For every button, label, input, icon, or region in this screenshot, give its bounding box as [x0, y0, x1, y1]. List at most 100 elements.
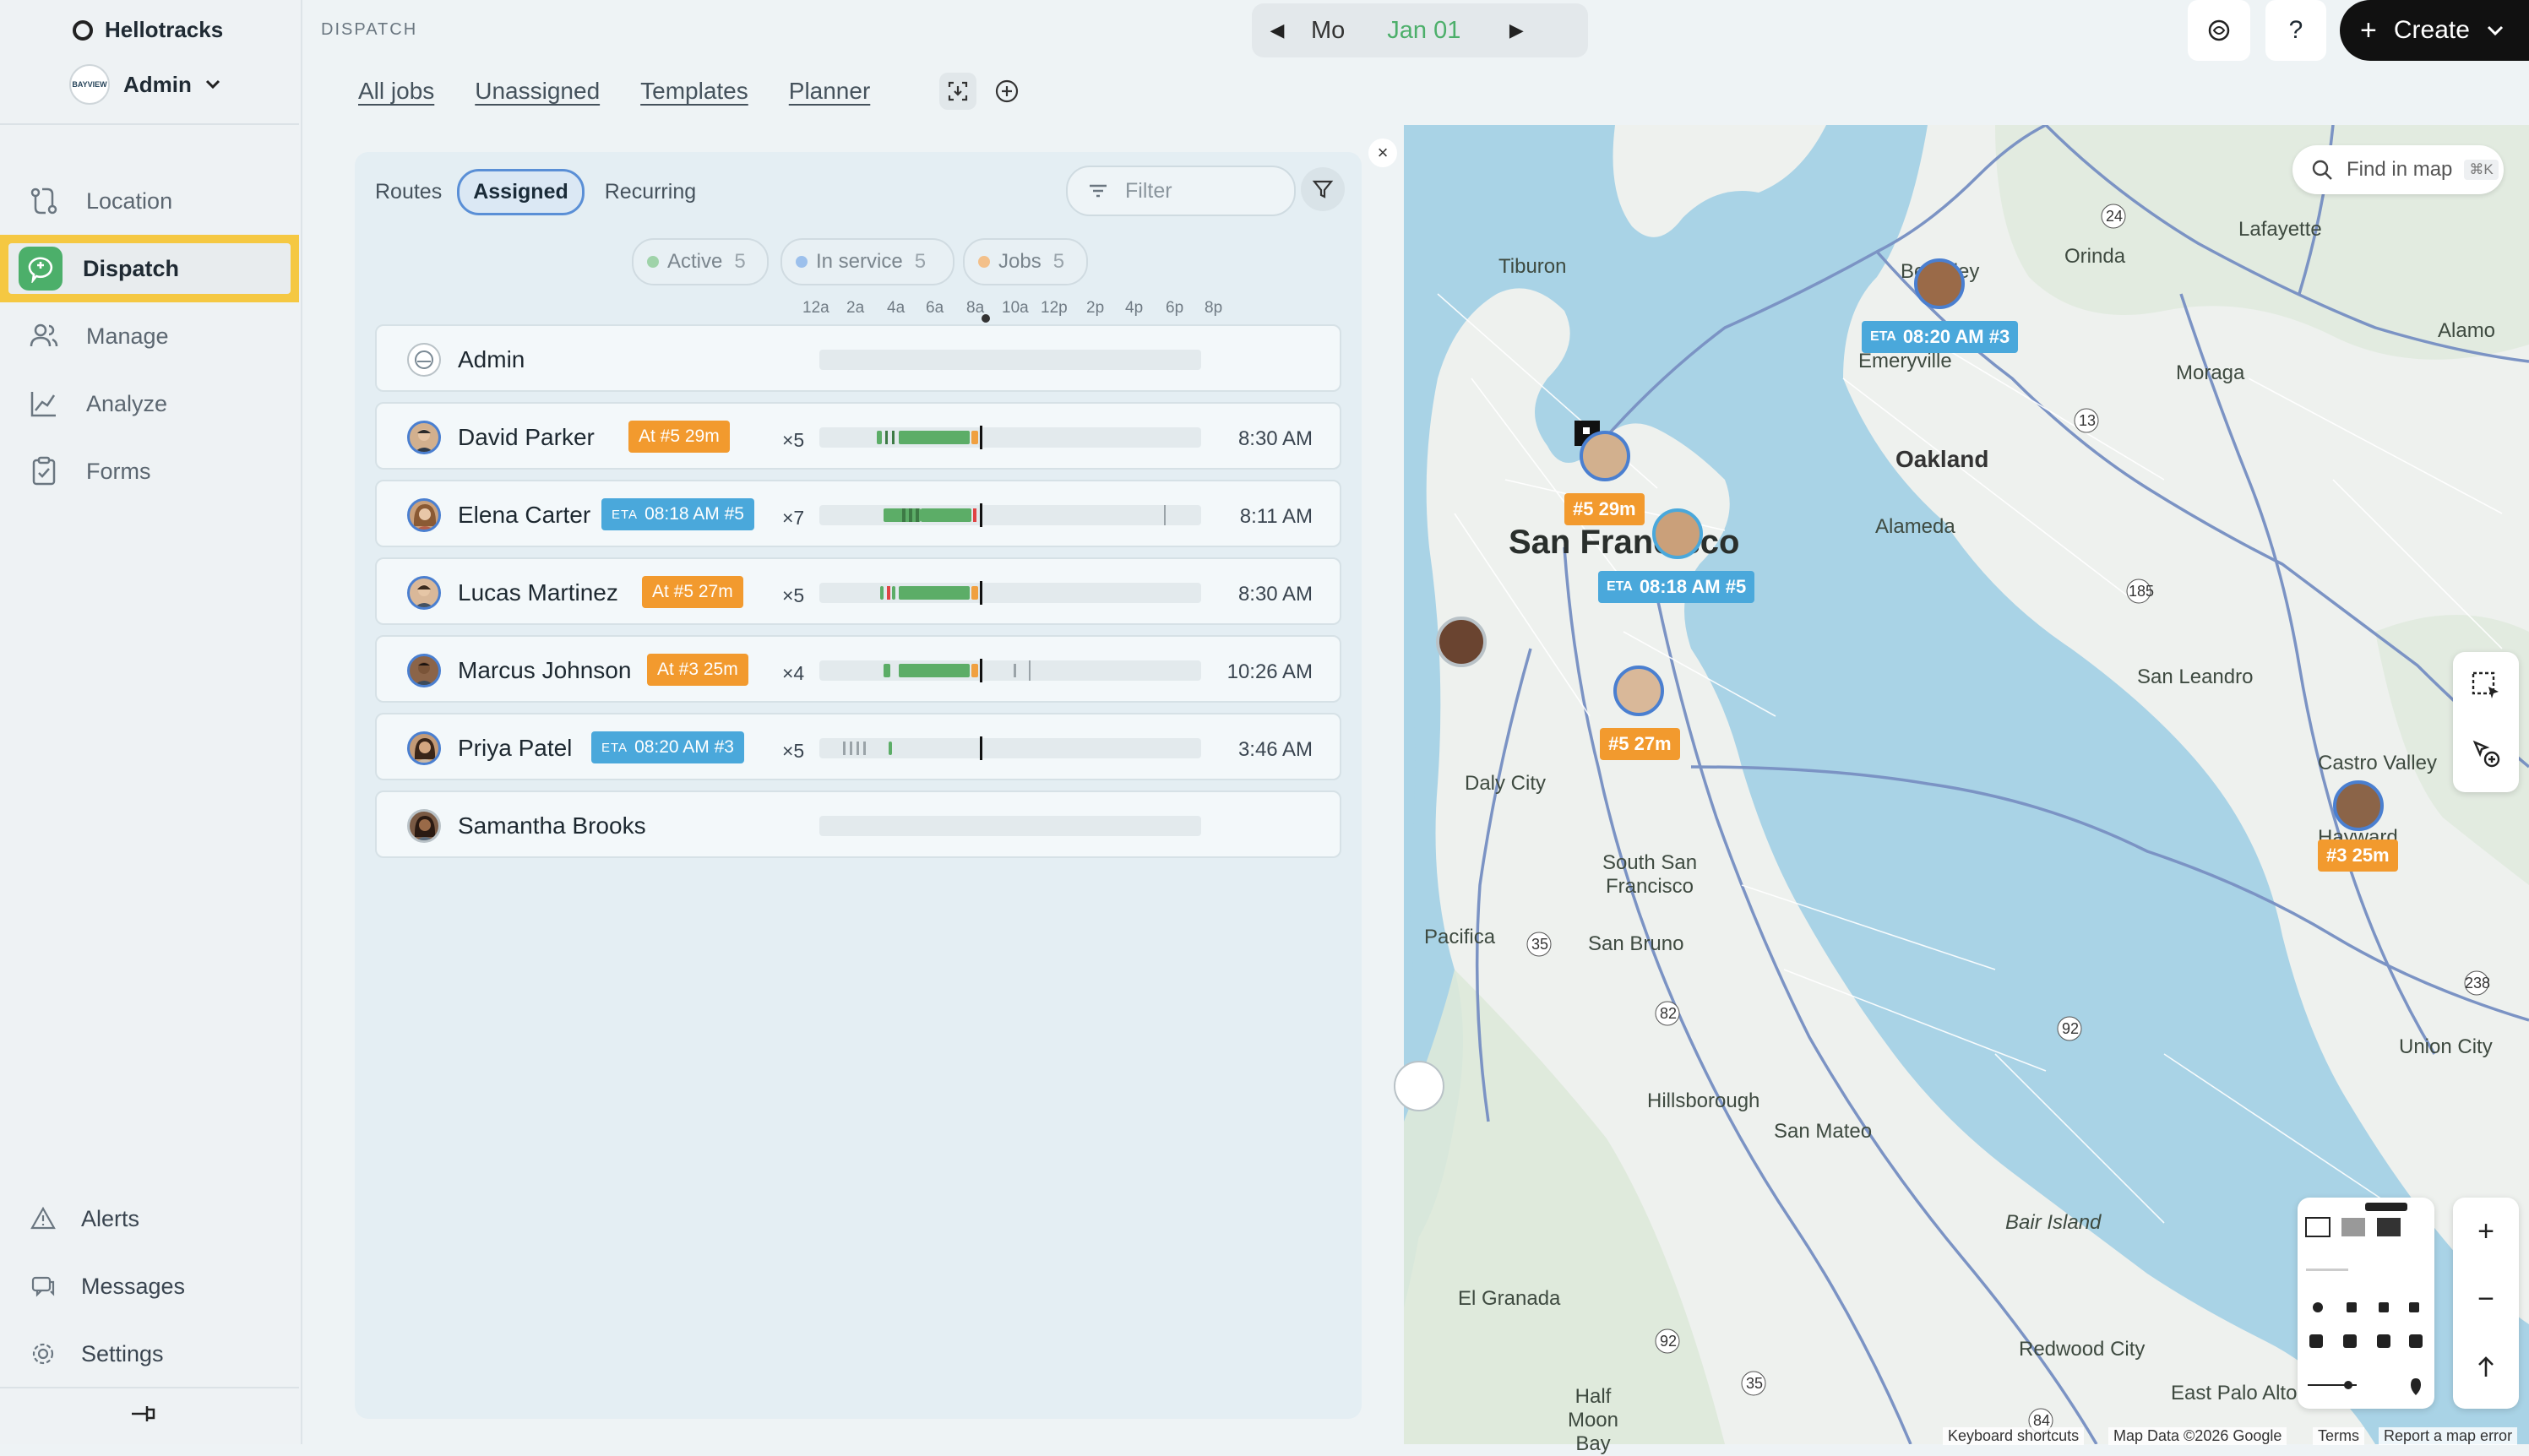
worker-map-marker[interactable] [1652, 508, 1703, 559]
segment-recurring[interactable]: Recurring [605, 180, 696, 204]
next-day-button[interactable]: ▶ [1491, 19, 1542, 41]
ai-assistant-button[interactable] [2188, 0, 2250, 61]
svg-text:35: 35 [1746, 1375, 1763, 1392]
start-time: 3:46 AM [1237, 738, 1313, 761]
create-button[interactable]: + Create [2340, 0, 2529, 61]
nav-alerts[interactable]: Alerts [0, 1189, 299, 1248]
worker-map-marker[interactable] [1914, 258, 1965, 309]
map-place-label: Lafayette [2238, 218, 2322, 241]
add-job-button[interactable] [988, 73, 1025, 110]
ai-assistant-icon [2208, 19, 2230, 41]
brand[interactable]: Hellotracks [73, 17, 223, 43]
find-in-map-input[interactable]: Find in map ⌘K [2292, 145, 2504, 194]
timeline-track [819, 581, 1201, 605]
worker-row[interactable]: Samantha Brooks [375, 790, 1341, 858]
nav-settings[interactable]: Settings [0, 1324, 299, 1383]
advanced-filter-button[interactable] [1301, 167, 1345, 211]
map-place-label: San Leandro [2137, 666, 2254, 688]
worker-row[interactable]: Marcus Johnson At #3 25m ×4 10:26 AM [375, 635, 1341, 703]
tab-unassigned[interactable]: Unassigned [475, 78, 600, 105]
stat-in-service[interactable]: In service 5 [780, 238, 954, 285]
stat-jobs[interactable]: Jobs 5 [963, 238, 1088, 285]
job-count: ×4 [782, 662, 805, 684]
worker-map-marker[interactable] [1436, 617, 1487, 667]
lasso-select-button[interactable] [2453, 652, 2519, 720]
map-place-label: Oakland [1895, 446, 1989, 472]
zoom-out-button[interactable]: − [2453, 1265, 2519, 1333]
nav-dispatch[interactable]: Dispatch [0, 235, 299, 302]
map-place-label: East Palo Alto [2171, 1382, 2298, 1404]
map-place-label: Hillsborough [1647, 1089, 1760, 1112]
funnel-icon [1312, 180, 1334, 198]
segment-routes[interactable]: Routes [375, 180, 442, 204]
avatar [407, 498, 441, 532]
avatar [407, 809, 441, 843]
status-dot [796, 256, 808, 268]
tab-planner[interactable]: Planner [789, 78, 871, 105]
map-place-label: Bair Island [2005, 1211, 2102, 1234]
pin-sidebar-icon[interactable] [127, 1397, 160, 1431]
svg-text:35: 35 [1531, 936, 1548, 953]
plus-icon: + [2477, 1214, 2494, 1247]
worker-map-marker[interactable] [2333, 780, 2384, 831]
nav-analyze[interactable]: Analyze [0, 370, 299, 437]
view-segments: Routes Assigned Recurring [375, 169, 696, 215]
worker-name: Admin [458, 346, 525, 372]
worker-row[interactable]: David Parker At #5 29m ×5 8:30 AM [375, 402, 1341, 470]
import-button[interactable] [939, 73, 976, 110]
divider [0, 1387, 299, 1388]
company-map-marker[interactable] [1394, 1061, 1444, 1111]
stat-active[interactable]: Active 5 [632, 238, 769, 285]
nav-location-label: Location [86, 187, 173, 214]
account-switcher[interactable]: BAYVIEW Admin [69, 64, 220, 105]
map-footer-link[interactable]: Keyboard shortcuts [1943, 1427, 2085, 1445]
tab-all-jobs[interactable]: All jobs [358, 78, 434, 105]
nav-messages-label: Messages [81, 1273, 186, 1299]
map-footer-link[interactable]: Report a map error [2379, 1427, 2518, 1445]
prev-day-button[interactable]: ◀ [1252, 19, 1303, 41]
nav-messages[interactable]: Messages [0, 1257, 299, 1316]
help-button[interactable]: ? [2265, 0, 2326, 61]
worker-row[interactable]: Elena Carter ETA 08:18 AM #5 ×7 8:11 AM [375, 480, 1341, 547]
stat-active-count: 5 [734, 250, 746, 273]
hour-tick: 4p [1125, 299, 1144, 317]
segment-assigned[interactable]: Assigned [457, 169, 585, 215]
timeline-track [819, 816, 1201, 836]
hour-tick: 4a [887, 299, 906, 317]
svg-text:84: 84 [2033, 1412, 2050, 1429]
map-place-label: San Francisco [1509, 524, 1740, 561]
alert-triangle-icon [29, 1204, 57, 1233]
svg-text:238: 238 [2465, 975, 2490, 991]
start-time: 8:30 AM [1237, 427, 1313, 450]
worker-map-marker[interactable] [1580, 431, 1630, 481]
worker-row[interactable]: Priya Patel ETA 08:20 AM #3 ×5 3:46 AM [375, 713, 1341, 780]
nav-location[interactable]: Location [0, 167, 299, 235]
map-footer-link[interactable]: Terms [2313, 1427, 2364, 1445]
reset-bearing-button[interactable] [2453, 1333, 2519, 1400]
worker-map-marker[interactable] [1613, 666, 1664, 716]
add-place-button[interactable] [2453, 720, 2519, 787]
status-badge: ETA 08:20 AM #3 [591, 731, 744, 763]
day-of-week: Mo [1311, 16, 1346, 44]
current-date[interactable]: Jan 01 [1387, 17, 1460, 45]
nav-forms[interactable]: Forms [0, 437, 299, 505]
close-panel-button[interactable]: × [1368, 139, 1397, 167]
map-place-label: Alameda [1875, 515, 1955, 538]
map-layers-preview[interactable] [2298, 1198, 2434, 1409]
filter-lines-icon [1090, 184, 1107, 198]
zoom-in-button[interactable]: + [2453, 1198, 2519, 1265]
svg-text:92: 92 [2062, 1020, 2079, 1037]
nav-manage[interactable]: Manage [0, 302, 299, 370]
lasso-select-icon [2472, 671, 2499, 698]
job-count: ×5 [782, 584, 805, 606]
filter-input[interactable]: Filter [1066, 166, 1296, 216]
divider [0, 123, 299, 125]
worker-row-admin[interactable]: Admin [375, 324, 1341, 392]
add-place-icon [2472, 740, 2500, 768]
worker-row[interactable]: Lucas Martinez At #5 27m ×5 8:30 AM [375, 557, 1341, 625]
avatar [407, 731, 441, 765]
svg-text:82: 82 [1660, 1005, 1677, 1022]
tab-templates[interactable]: Templates [640, 78, 748, 105]
map-place-label: Alamo [2438, 319, 2496, 342]
current-time-dot [982, 314, 990, 323]
